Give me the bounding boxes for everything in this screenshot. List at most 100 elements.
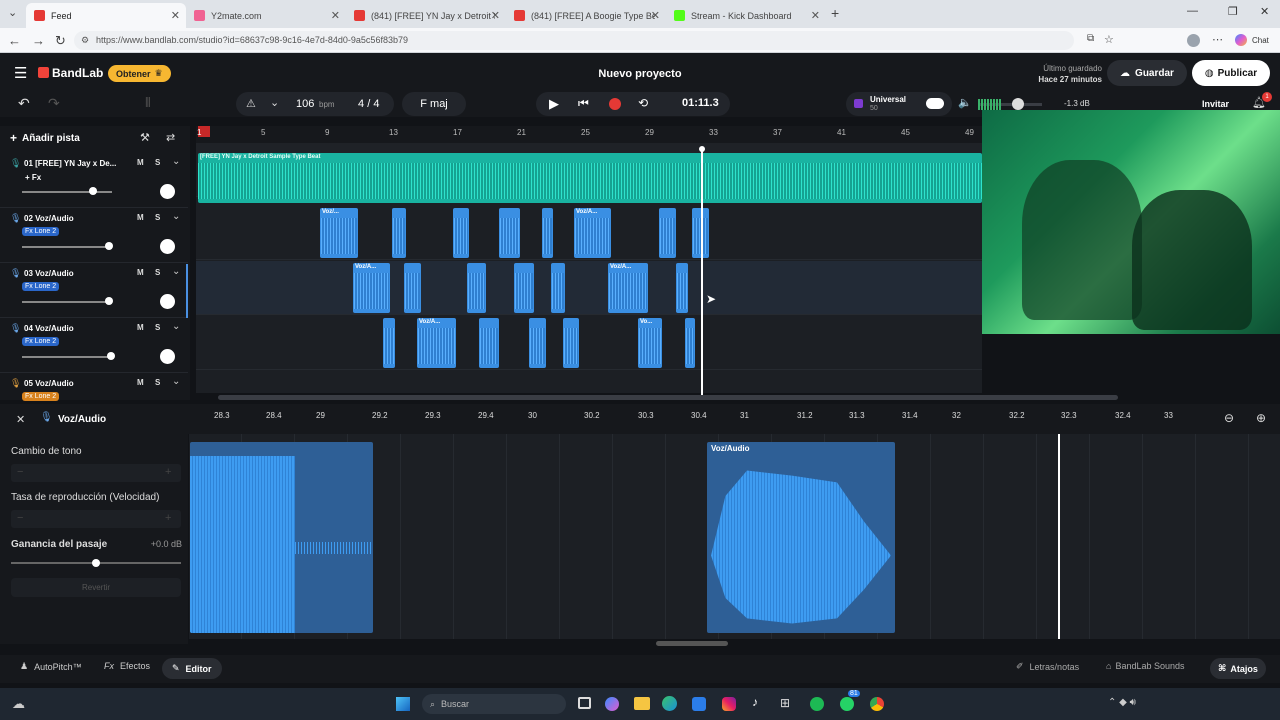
track-chevron-down-icon[interactable]: ⌄	[172, 376, 180, 387]
plus-icon[interactable]: +	[165, 512, 171, 524]
fx-badge[interactable]: Fx Lone 2	[22, 282, 60, 291]
tab-y2mate[interactable]: Y2mate.com ✕	[186, 3, 346, 28]
forward-icon[interactable]: →	[32, 33, 45, 48]
close-icon[interactable]: ✕	[811, 9, 820, 22]
fx-badge[interactable]: + Fx	[22, 172, 44, 183]
editor-clip-left[interactable]	[190, 442, 373, 633]
loop-icon[interactable]: ⟲	[638, 96, 648, 110]
tab-youtube-2[interactable]: (841) [FREE] A Boogie Type Beat - ✕	[506, 3, 666, 28]
speaker-icon[interactable]: 🔈	[958, 96, 972, 109]
audio-clip[interactable]	[529, 318, 546, 368]
pan-dial[interactable]	[160, 184, 175, 199]
effects-button[interactable]: Fx Efectos	[104, 661, 150, 671]
audio-clip[interactable]	[467, 263, 486, 313]
solo-button[interactable]: S	[155, 158, 160, 167]
task-view-icon[interactable]	[578, 697, 591, 709]
solo-button[interactable]: S	[155, 213, 160, 222]
tab-kick[interactable]: Stream - Kick Dashboard ✕	[666, 3, 826, 28]
track-chevron-down-icon[interactable]: ⌄	[172, 266, 180, 277]
solo-button[interactable]: S	[155, 323, 160, 332]
mute-button[interactable]: M	[137, 323, 144, 332]
track-header[interactable]: 🎙︎ 01 [FREE] YN Jay x De... M S ⌄ + Fx	[0, 154, 188, 208]
fx-badge[interactable]: Fx Lone 2	[22, 337, 60, 346]
back-icon[interactable]: ←	[8, 33, 21, 48]
pitch-stepper[interactable]: − +	[11, 464, 181, 482]
edge-icon[interactable]	[662, 696, 677, 711]
audio-clip[interactable]	[404, 263, 421, 313]
chat-label[interactable]: Chat	[1252, 36, 1269, 45]
minus-icon[interactable]: −	[17, 512, 23, 524]
track-name[interactable]: 02 Voz/Audio	[24, 214, 116, 223]
audio-clip[interactable]	[479, 318, 499, 368]
universal-toggle[interactable]	[926, 98, 944, 109]
audio-clip[interactable]	[563, 318, 579, 368]
lyrics-button[interactable]: ✐ Letras/notas	[1016, 661, 1079, 672]
track-name[interactable]: 03 Voz/Audio	[24, 269, 116, 278]
metronome-icon[interactable]: ⚠	[246, 97, 256, 110]
audio-clip[interactable]	[542, 208, 553, 258]
tab-feed[interactable]: Feed ✕	[26, 3, 186, 28]
solo-button[interactable]: S	[155, 268, 160, 277]
instagram-icon[interactable]	[722, 697, 736, 711]
profile-avatar[interactable]	[1187, 34, 1200, 47]
track-header[interactable]: 🎙︎ 03 Voz/Audio M S ⌄ Fx Lone 2	[0, 264, 188, 318]
capcut-icon[interactable]: ⊞	[780, 696, 790, 710]
redo-icon[interactable]: ↷	[48, 95, 60, 112]
zoom-in-icon[interactable]: ⊕	[1256, 411, 1266, 425]
mute-button[interactable]: M	[137, 378, 144, 387]
beat-clip[interactable]: [FREE] YN Jay x Detroit Sample Type Beat	[198, 153, 982, 203]
zoom-out-icon[interactable]: ⊖	[1224, 411, 1234, 425]
gain-slider-knob[interactable]	[92, 559, 100, 567]
autopitch-button[interactable]: ♟ AutoPitch™	[20, 661, 82, 672]
store-icon[interactable]	[692, 697, 706, 711]
editor-playhead[interactable]	[1058, 434, 1060, 639]
close-editor-icon[interactable]: ✕	[16, 413, 25, 426]
audio-clip[interactable]	[659, 208, 676, 258]
new-tab-icon[interactable]: +	[831, 5, 839, 21]
url-input[interactable]: ⚙ https://www.bandlab.com/studio?id=6863…	[74, 31, 1074, 50]
whatsapp-icon[interactable]	[840, 697, 854, 711]
track-volume-slider[interactable]	[22, 356, 112, 358]
windows-start-icon[interactable]	[396, 697, 410, 711]
audio-clip[interactable]: Voz/A...	[417, 318, 456, 368]
bar-ruler[interactable]: 1 5 9 13 17 21 25 29 33 37 41 45 49	[196, 126, 982, 143]
extensions-icon[interactable]: ⧉	[1087, 33, 1094, 44]
play-icon[interactable]: ▶	[549, 96, 559, 112]
track-settings-icon[interactable]: ⇄	[166, 131, 175, 144]
track-chevron-down-icon[interactable]: ⌄	[172, 321, 180, 332]
invite-button[interactable]: Invitar	[1202, 99, 1229, 109]
copilot-icon[interactable]	[1235, 34, 1247, 46]
taskbar-search[interactable]: ⌕ Buscar	[422, 694, 566, 714]
key-selector[interactable]: F maj	[402, 92, 466, 116]
spotify-icon[interactable]	[810, 697, 824, 711]
track-chevron-down-icon[interactable]: ⌄	[172, 156, 180, 167]
master-volume-knob[interactable]	[1012, 98, 1024, 110]
revert-button[interactable]: Revertir	[11, 578, 181, 597]
arrangement-view[interactable]: [FREE] YN Jay x Detroit Sample Type Beat…	[196, 143, 1118, 400]
audio-clip[interactable]: Voz/A...	[608, 263, 648, 313]
save-button[interactable]: ☁ Guardar	[1107, 60, 1187, 86]
tab-menu-chevron-icon[interactable]: ⌄	[8, 6, 17, 19]
tab-youtube-1[interactable]: (841) [FREE] YN Jay x Detroit Sampl ✕	[346, 3, 506, 28]
playhead[interactable]	[701, 148, 703, 398]
audio-clip[interactable]: Voz/...	[320, 208, 358, 258]
close-window-icon[interactable]: ✕	[1260, 5, 1269, 18]
audio-clip[interactable]	[551, 263, 565, 313]
track-volume-knob[interactable]	[107, 352, 115, 360]
favorite-star-icon[interactable]: ☆	[1104, 33, 1114, 46]
track-volume-knob[interactable]	[105, 297, 113, 305]
audio-clip[interactable]	[383, 318, 395, 368]
audio-clip[interactable]: Voz/A...	[353, 263, 390, 313]
close-icon[interactable]: ✕	[491, 9, 500, 22]
track-name[interactable]: 01 [FREE] YN Jay x De...	[24, 159, 116, 168]
audio-clip[interactable]: Voz/A...	[574, 208, 611, 258]
close-icon[interactable]: ✕	[331, 9, 340, 22]
track-name[interactable]: 05 Voz/Audio	[24, 379, 116, 388]
fx-badge[interactable]: Fx Lone 2	[22, 227, 60, 236]
pan-dial[interactable]	[160, 239, 175, 254]
copilot-app-icon[interactable]	[605, 697, 619, 711]
track-volume-slider[interactable]	[22, 301, 112, 303]
editor-scrollbar[interactable]	[656, 641, 728, 646]
track-volume-slider[interactable]	[22, 191, 112, 193]
metronome-chevron-icon[interactable]: ⌄	[270, 96, 279, 109]
